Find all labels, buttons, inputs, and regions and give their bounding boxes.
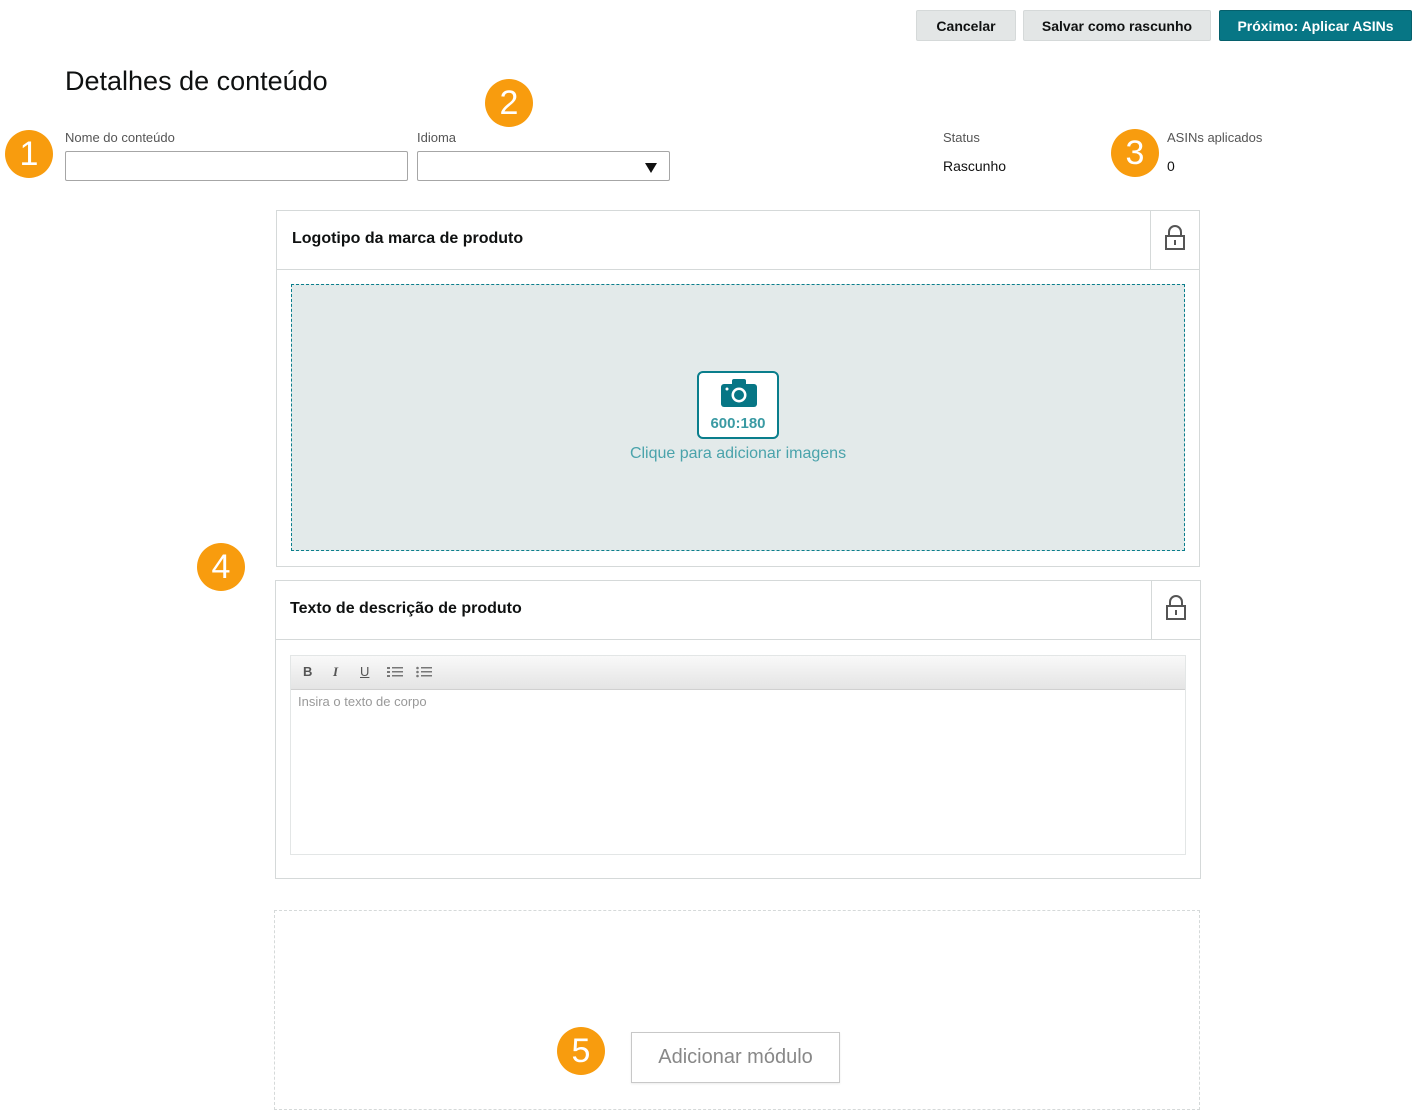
lock-icon <box>1164 224 1186 256</box>
page-title: Detalhes de conteúdo <box>65 66 328 96</box>
callout-badge-3: 3 <box>1111 129 1159 177</box>
asins-applied-label: ASINs aplicados <box>1167 130 1263 145</box>
description-module-title: Texto de descrição de produto <box>290 600 522 617</box>
logo-module-header: Logotipo da marca de produto <box>277 211 1199 270</box>
logo-module-card: Logotipo da marca de produto 600:180 Cli… <box>276 210 1200 567</box>
description-module-header: Texto de descrição de produto <box>276 581 1200 640</box>
content-name-label: Nome do conteúdo <box>65 130 175 145</box>
status-label: Status <box>943 130 980 145</box>
rich-text-editor[interactable]: B I U Insira o texto de corpo <box>290 655 1186 855</box>
underline-button[interactable]: U <box>360 664 369 679</box>
save-draft-button[interactable]: Salvar como rascunho <box>1023 10 1211 41</box>
language-select[interactable] <box>417 151 670 181</box>
image-ratio-label: 600:180 <box>710 415 766 432</box>
add-module-button[interactable]: Adicionar módulo <box>631 1032 840 1083</box>
logo-module-title: Logotipo da marca de produto <box>292 230 524 247</box>
body-text-placeholder: Insira o texto de corpo <box>298 694 427 709</box>
image-ratio-box: 600:180 <box>697 371 779 439</box>
description-module-card: Texto de descrição de produto B I U Insi… <box>275 580 1201 879</box>
language-label: Idioma <box>417 130 457 145</box>
caret-down-icon <box>645 160 657 178</box>
lock-icon <box>1165 594 1187 626</box>
next-apply-asins-button[interactable]: Próximo: Aplicar ASINs <box>1219 10 1412 41</box>
bold-button[interactable]: B <box>303 664 312 679</box>
callout-badge-2: 2 <box>485 79 533 127</box>
editor-toolbar: B I U <box>291 656 1185 690</box>
upload-instruction-text: Clique para adicionar imagens <box>629 445 847 462</box>
callout-badge-1: 1 <box>5 130 53 178</box>
numbered-list-icon[interactable] <box>387 666 403 681</box>
bullet-list-icon[interactable] <box>416 666 432 681</box>
asins-applied-value: 0 <box>1167 158 1175 174</box>
status-value: Rascunho <box>943 158 1007 174</box>
camera-icon <box>720 378 758 413</box>
image-upload-dropzone[interactable]: 600:180 Clique para adicionar imagens <box>291 284 1185 551</box>
content-name-input[interactable] <box>65 151 408 181</box>
description-module-lock-button[interactable] <box>1151 581 1200 639</box>
callout-badge-4: 4 <box>197 543 245 591</box>
cancel-button[interactable]: Cancelar <box>916 10 1016 41</box>
italic-button[interactable]: I <box>333 664 338 680</box>
logo-module-lock-button[interactable] <box>1150 211 1199 269</box>
